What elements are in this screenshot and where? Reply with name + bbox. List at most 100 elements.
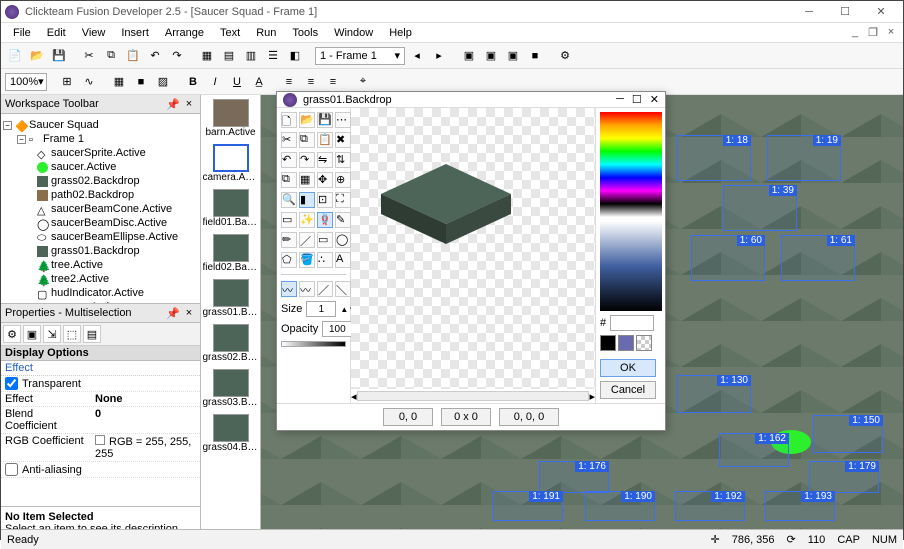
menu-insert[interactable]: Insert [113,25,157,41]
selection-box[interactable]: 1: 18 [677,135,751,181]
transparent-swatch[interactable] [636,335,652,351]
brush4-icon[interactable]: ＼ [335,281,351,297]
object-item[interactable]: grass02.Ba... [201,324,260,363]
run-app-icon[interactable]: ▣ [481,46,501,66]
frame-selector[interactable]: 1 - Frame 1 ▾ [315,47,405,65]
line-icon[interactable]: ／ [299,232,315,248]
redo-icon[interactable]: ↷ [167,46,187,66]
selection-box[interactable]: 1: 60 [691,235,765,281]
zoom-fit-icon[interactable]: ⛶ [335,192,351,208]
opacity-slider[interactable] [281,341,346,347]
color-palette[interactable] [600,112,662,217]
object-item[interactable]: barn.Active [201,99,260,138]
object-item[interactable]: field01.Bac... [201,189,260,228]
selection-box[interactable]: 1: 61 [781,235,855,281]
prop-tab-size-icon[interactable]: ⇲ [43,325,61,343]
selection-box[interactable]: 1: 190 [585,491,655,521]
select-rect-icon[interactable]: ▭ [281,212,297,228]
save-copy-icon[interactable]: 💾 [317,112,333,128]
dialog-titlebar[interactable]: grass01.Backdrop ─ ☐ ✕ [277,92,665,108]
hex-input[interactable] [610,315,654,331]
tree-item[interactable]: saucerBeamEllipse.Active [51,231,178,243]
prev-frame-icon[interactable]: ◂ [407,46,427,66]
center-frame-icon[interactable]: ⌖ [353,72,373,92]
tree-item[interactable]: tree.Active [51,259,103,271]
view-storyboard-icon[interactable]: ▦ [197,46,217,66]
ellipse-icon[interactable]: ◯ [335,232,351,248]
tree-toggle[interactable]: − [3,121,12,130]
panel-close-icon[interactable]: × [182,97,196,111]
paste-icon[interactable]: 📋 [317,132,333,148]
bold-icon[interactable]: B [183,72,203,92]
view-eventlist-icon[interactable]: ☰ [263,46,283,66]
new-icon[interactable]: 📄 [5,46,25,66]
zoom-selector[interactable]: 100% ▾ [5,73,47,91]
pencil-icon[interactable]: ✏ [281,232,297,248]
dialog-close-icon[interactable]: ✕ [650,93,659,106]
tree-item[interactable]: tree2.Active [51,273,109,285]
object-item[interactable]: grass01.Ba... [201,279,260,318]
options-icon[interactable]: ⋯ [335,112,351,128]
run-project-icon[interactable]: ▣ [459,46,479,66]
brush3-icon[interactable]: ／ [317,281,333,297]
minimize-button[interactable]: ─ [791,2,827,22]
stop-icon[interactable]: ■ [525,46,545,66]
next-frame-icon[interactable]: ▸ [429,46,449,66]
align-center-icon[interactable]: ≡ [301,72,321,92]
tree-item[interactable]: saucer.Active [51,161,116,173]
cancel-button[interactable]: Cancel [600,381,656,399]
open-icon[interactable]: 📂 [27,46,47,66]
dialog-minimize-icon[interactable]: ─ [616,93,624,106]
bg-color-swatch[interactable] [618,335,634,351]
center-icon[interactable]: ⊕ [335,172,351,188]
mdi-close-icon[interactable]: × [883,26,899,39]
brush2-icon[interactable]: 〰 [299,281,315,297]
prop-tab-settings-icon[interactable]: ⚙ [3,325,21,343]
effect-row[interactable]: Effect None [1,392,200,407]
transparent-row[interactable]: Transparent [1,376,200,392]
selection-box[interactable]: 1: 39 [723,185,797,231]
delete-icon[interactable]: ✖ [335,132,351,148]
align-right-icon[interactable]: ≡ [323,72,343,92]
aa-row[interactable]: Anti-aliasing [1,462,200,478]
selection-box[interactable]: 1: 150 [813,415,883,453]
pin-icon[interactable]: 📌 [166,97,180,111]
pin-icon[interactable]: 📌 [166,306,180,320]
opacity-input[interactable] [322,321,352,337]
gradient-palette[interactable] [600,221,662,311]
save-icon[interactable]: 💾 [49,46,69,66]
clear-icon[interactable]: 🗋 [281,112,297,128]
tree-item[interactable]: grass01.Backdrop [51,245,140,257]
italic-icon[interactable]: I [205,72,225,92]
paste-icon[interactable]: 📋 [123,46,143,66]
underline-icon[interactable]: U [227,72,247,92]
grid-icon[interactable]: ▦ [299,172,315,188]
menu-tools[interactable]: Tools [284,25,326,41]
menu-edit[interactable]: Edit [39,25,74,41]
editor-canvas[interactable] [351,108,595,389]
selection-box[interactable]: 1: 130 [677,375,751,413]
copy-icon[interactable]: ⧉ [101,46,121,66]
menu-window[interactable]: Window [326,25,381,41]
text-icon[interactable]: A [335,252,351,268]
fill-icon[interactable]: 🪣 [299,252,315,268]
poly-icon[interactable]: ⬠ [281,252,297,268]
prop-tab-events-icon[interactable]: ▤ [83,325,101,343]
tree-item[interactable]: grass02.Backdrop [51,175,140,187]
zoom-slider-icon[interactable]: ▮ [299,192,315,208]
view-event-icon[interactable]: ▥ [241,46,261,66]
scrollbar-track[interactable] [357,391,590,401]
selection-box[interactable]: 1: 19 [767,135,841,181]
tree-frame[interactable]: Frame 1 [43,133,84,145]
import-icon[interactable]: 📂 [299,112,315,128]
menu-run[interactable]: Run [248,25,284,41]
align-left-icon[interactable]: ≡ [279,72,299,92]
ok-button[interactable]: OK [600,359,656,377]
menu-view[interactable]: View [74,25,114,41]
blend-row[interactable]: Blend Coefficient 0 [1,407,200,434]
rect-icon[interactable]: ▭ [317,232,333,248]
menu-text[interactable]: Text [212,25,248,41]
undo-icon[interactable]: ↶ [281,152,297,168]
prop-tab-values-icon[interactable]: ⬚ [63,325,81,343]
crop-icon[interactable]: ⧉ [281,172,297,188]
